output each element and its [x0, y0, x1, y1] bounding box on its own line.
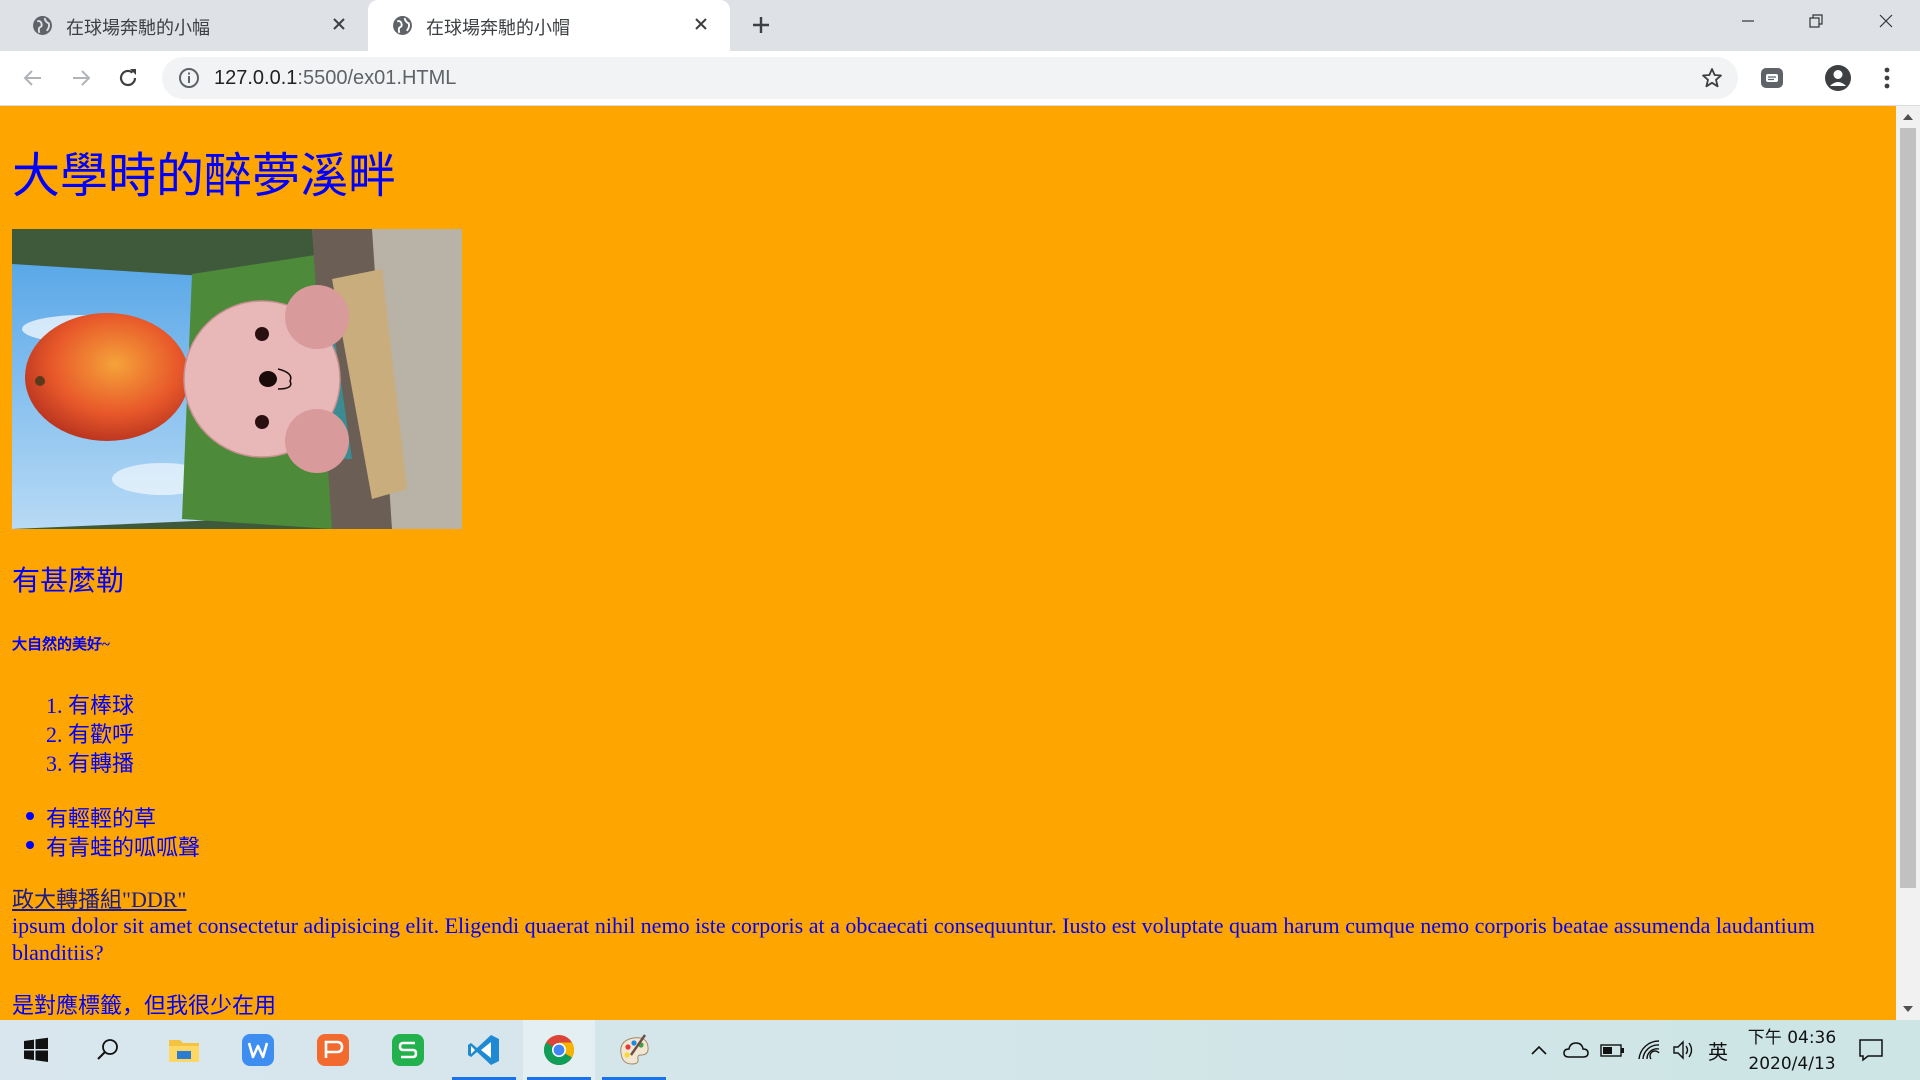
list-item-text: 有青蛙的呱呱聲	[46, 835, 201, 860]
pig-mural-photo	[12, 229, 462, 529]
wps-presentation-button[interactable]	[297, 1020, 369, 1080]
globe-icon	[33, 16, 52, 35]
wps-writer-icon	[242, 1034, 274, 1066]
taskbar: 英 下午 04:36 2020/4/13	[0, 1020, 1920, 1080]
clock-time: 下午 04:36	[1747, 1028, 1837, 1048]
notification-icon	[1859, 1039, 1883, 1062]
chrome-icon	[544, 1035, 574, 1066]
address-bar[interactable]: 127.0.0.1:5500/ex01.HTML	[162, 57, 1738, 99]
close-window-button[interactable]	[1852, 0, 1920, 42]
tray-overflow-button[interactable]	[1524, 1020, 1554, 1080]
vscode-icon	[468, 1035, 499, 1065]
reload-icon	[119, 69, 137, 87]
subheading: 大自然的美好~	[12, 637, 110, 653]
list-item: 有青蛙的呱呱聲	[26, 830, 201, 860]
tab-strip: 在球場奔馳的小幅 在球場奔馳的小帽	[0, 0, 1920, 51]
list-item: 3. 有轉播	[46, 746, 135, 776]
cloud-icon	[1563, 1042, 1589, 1058]
unordered-list: 有輕輕的草 有青蛙的呱呱聲	[26, 801, 201, 860]
url-host: 127.0.0.1	[214, 67, 298, 89]
close-tab-icon[interactable]	[690, 13, 712, 35]
url-path: :5500/ex01.HTML	[297, 67, 457, 89]
tab-title: 在球場奔馳的小幅	[66, 18, 210, 39]
wifi-icon	[1638, 1040, 1660, 1060]
ordered-list: 1. 有棒球 2. 有歡呼 3. 有轉播	[46, 688, 135, 776]
close-icon	[1879, 14, 1893, 28]
list-item-text: 有輕輕的草	[46, 806, 157, 831]
battery-button[interactable]	[1596, 1020, 1630, 1080]
network-button[interactable]	[1632, 1020, 1666, 1080]
lorem-paragraph: ipsum dolor sit amet consectetur adipisi…	[12, 913, 1815, 965]
vscode-button[interactable]	[448, 1020, 520, 1080]
start-button[interactable]	[0, 1020, 72, 1080]
chrome-button[interactable]	[523, 1020, 595, 1080]
globe-icon	[393, 16, 412, 35]
line-extension-icon	[1761, 68, 1783, 88]
page-viewport: 大學時的醉夢溪畔 有甚麼勒 大自然的美好~ 1. 有棒球 2. 有歡呼 3. 有…	[0, 106, 1896, 1020]
input-method-indicator[interactable]: 英	[1701, 1020, 1735, 1080]
restore-icon	[1809, 14, 1823, 28]
wps-presentation-icon	[317, 1034, 349, 1066]
onedrive-button[interactable]	[1559, 1020, 1593, 1080]
browser-toolbar: 127.0.0.1:5500/ex01.HTML	[0, 51, 1920, 106]
close-tab-icon[interactable]	[328, 13, 350, 35]
battery-icon	[1600, 1044, 1624, 1057]
page-heading: 大學時的醉夢溪畔	[12, 150, 397, 203]
arrow-left-icon	[23, 70, 41, 86]
kebab-menu-icon	[1884, 67, 1890, 89]
reload-button[interactable]	[113, 63, 143, 93]
restore-button[interactable]	[1782, 0, 1850, 42]
list-item: 2. 有歡呼	[46, 717, 135, 747]
list-item-text: 3. 有轉播	[46, 751, 135, 776]
account-circle-icon	[1825, 65, 1851, 91]
wps-spreadsheet-button[interactable]	[372, 1020, 444, 1080]
taskbar-search-button[interactable]	[72, 1020, 144, 1080]
bookmark-star-icon[interactable]	[1700, 66, 1724, 90]
paint-button[interactable]	[598, 1020, 670, 1080]
list-item-text: 2. 有歡呼	[46, 722, 135, 747]
speaker-icon	[1673, 1040, 1693, 1060]
browser-tab-1[interactable]: 在球場奔馳的小幅	[8, 0, 368, 51]
list-item-text: 1. 有棒球	[46, 693, 135, 718]
wps-writer-button[interactable]	[222, 1020, 294, 1080]
chevron-up-icon	[1531, 1045, 1547, 1055]
clock-date: 2020/4/13	[1748, 1054, 1836, 1074]
bullet-icon	[26, 841, 34, 849]
windows-logo-icon	[24, 1037, 48, 1062]
minimize-icon	[1742, 20, 1754, 22]
list-item: 有輕輕的草	[26, 801, 200, 831]
action-center-button[interactable]	[1848, 1020, 1894, 1080]
back-button[interactable]	[18, 63, 48, 93]
paint-palette-icon	[620, 1034, 649, 1065]
folder-icon	[169, 1040, 199, 1062]
info-icon[interactable]	[178, 67, 200, 89]
taskbar-clock[interactable]: 下午 04:36 2020/4/13	[1744, 1025, 1840, 1077]
search-icon	[97, 1039, 118, 1060]
profile-button[interactable]	[1823, 63, 1853, 93]
forward-button[interactable]	[66, 63, 96, 93]
ddr-link[interactable]: 政大轉播組"DDR"	[12, 882, 186, 914]
menu-button[interactable]	[1872, 63, 1902, 93]
volume-button[interactable]	[1667, 1020, 1701, 1080]
list-item: 1. 有棒球	[46, 688, 135, 718]
scroll-up-icon[interactable]	[1903, 114, 1913, 120]
url-text[interactable]: 127.0.0.1:5500/ex01.HTML	[214, 67, 456, 90]
scroll-down-icon[interactable]	[1903, 1006, 1913, 1012]
note-text: 是對應標籤，但我很少在用	[12, 993, 277, 1018]
arrow-right-icon	[73, 70, 91, 86]
new-tab-icon[interactable]	[748, 12, 774, 38]
extension-button[interactable]	[1757, 63, 1787, 93]
browser-tab-2[interactable]: 在球場奔馳的小帽	[368, 0, 730, 51]
photo-illustration	[12, 229, 462, 529]
wps-spreadsheet-icon	[392, 1034, 424, 1066]
file-explorer-button[interactable]	[148, 1020, 220, 1080]
bullet-icon	[26, 812, 34, 820]
vertical-scrollbar[interactable]	[1896, 106, 1920, 1020]
section-heading: 有甚麼勒	[12, 566, 125, 597]
scrollbar-thumb[interactable]	[1900, 128, 1916, 888]
tab-title: 在球場奔馳的小帽	[426, 18, 570, 39]
minimize-button[interactable]	[1714, 0, 1782, 42]
